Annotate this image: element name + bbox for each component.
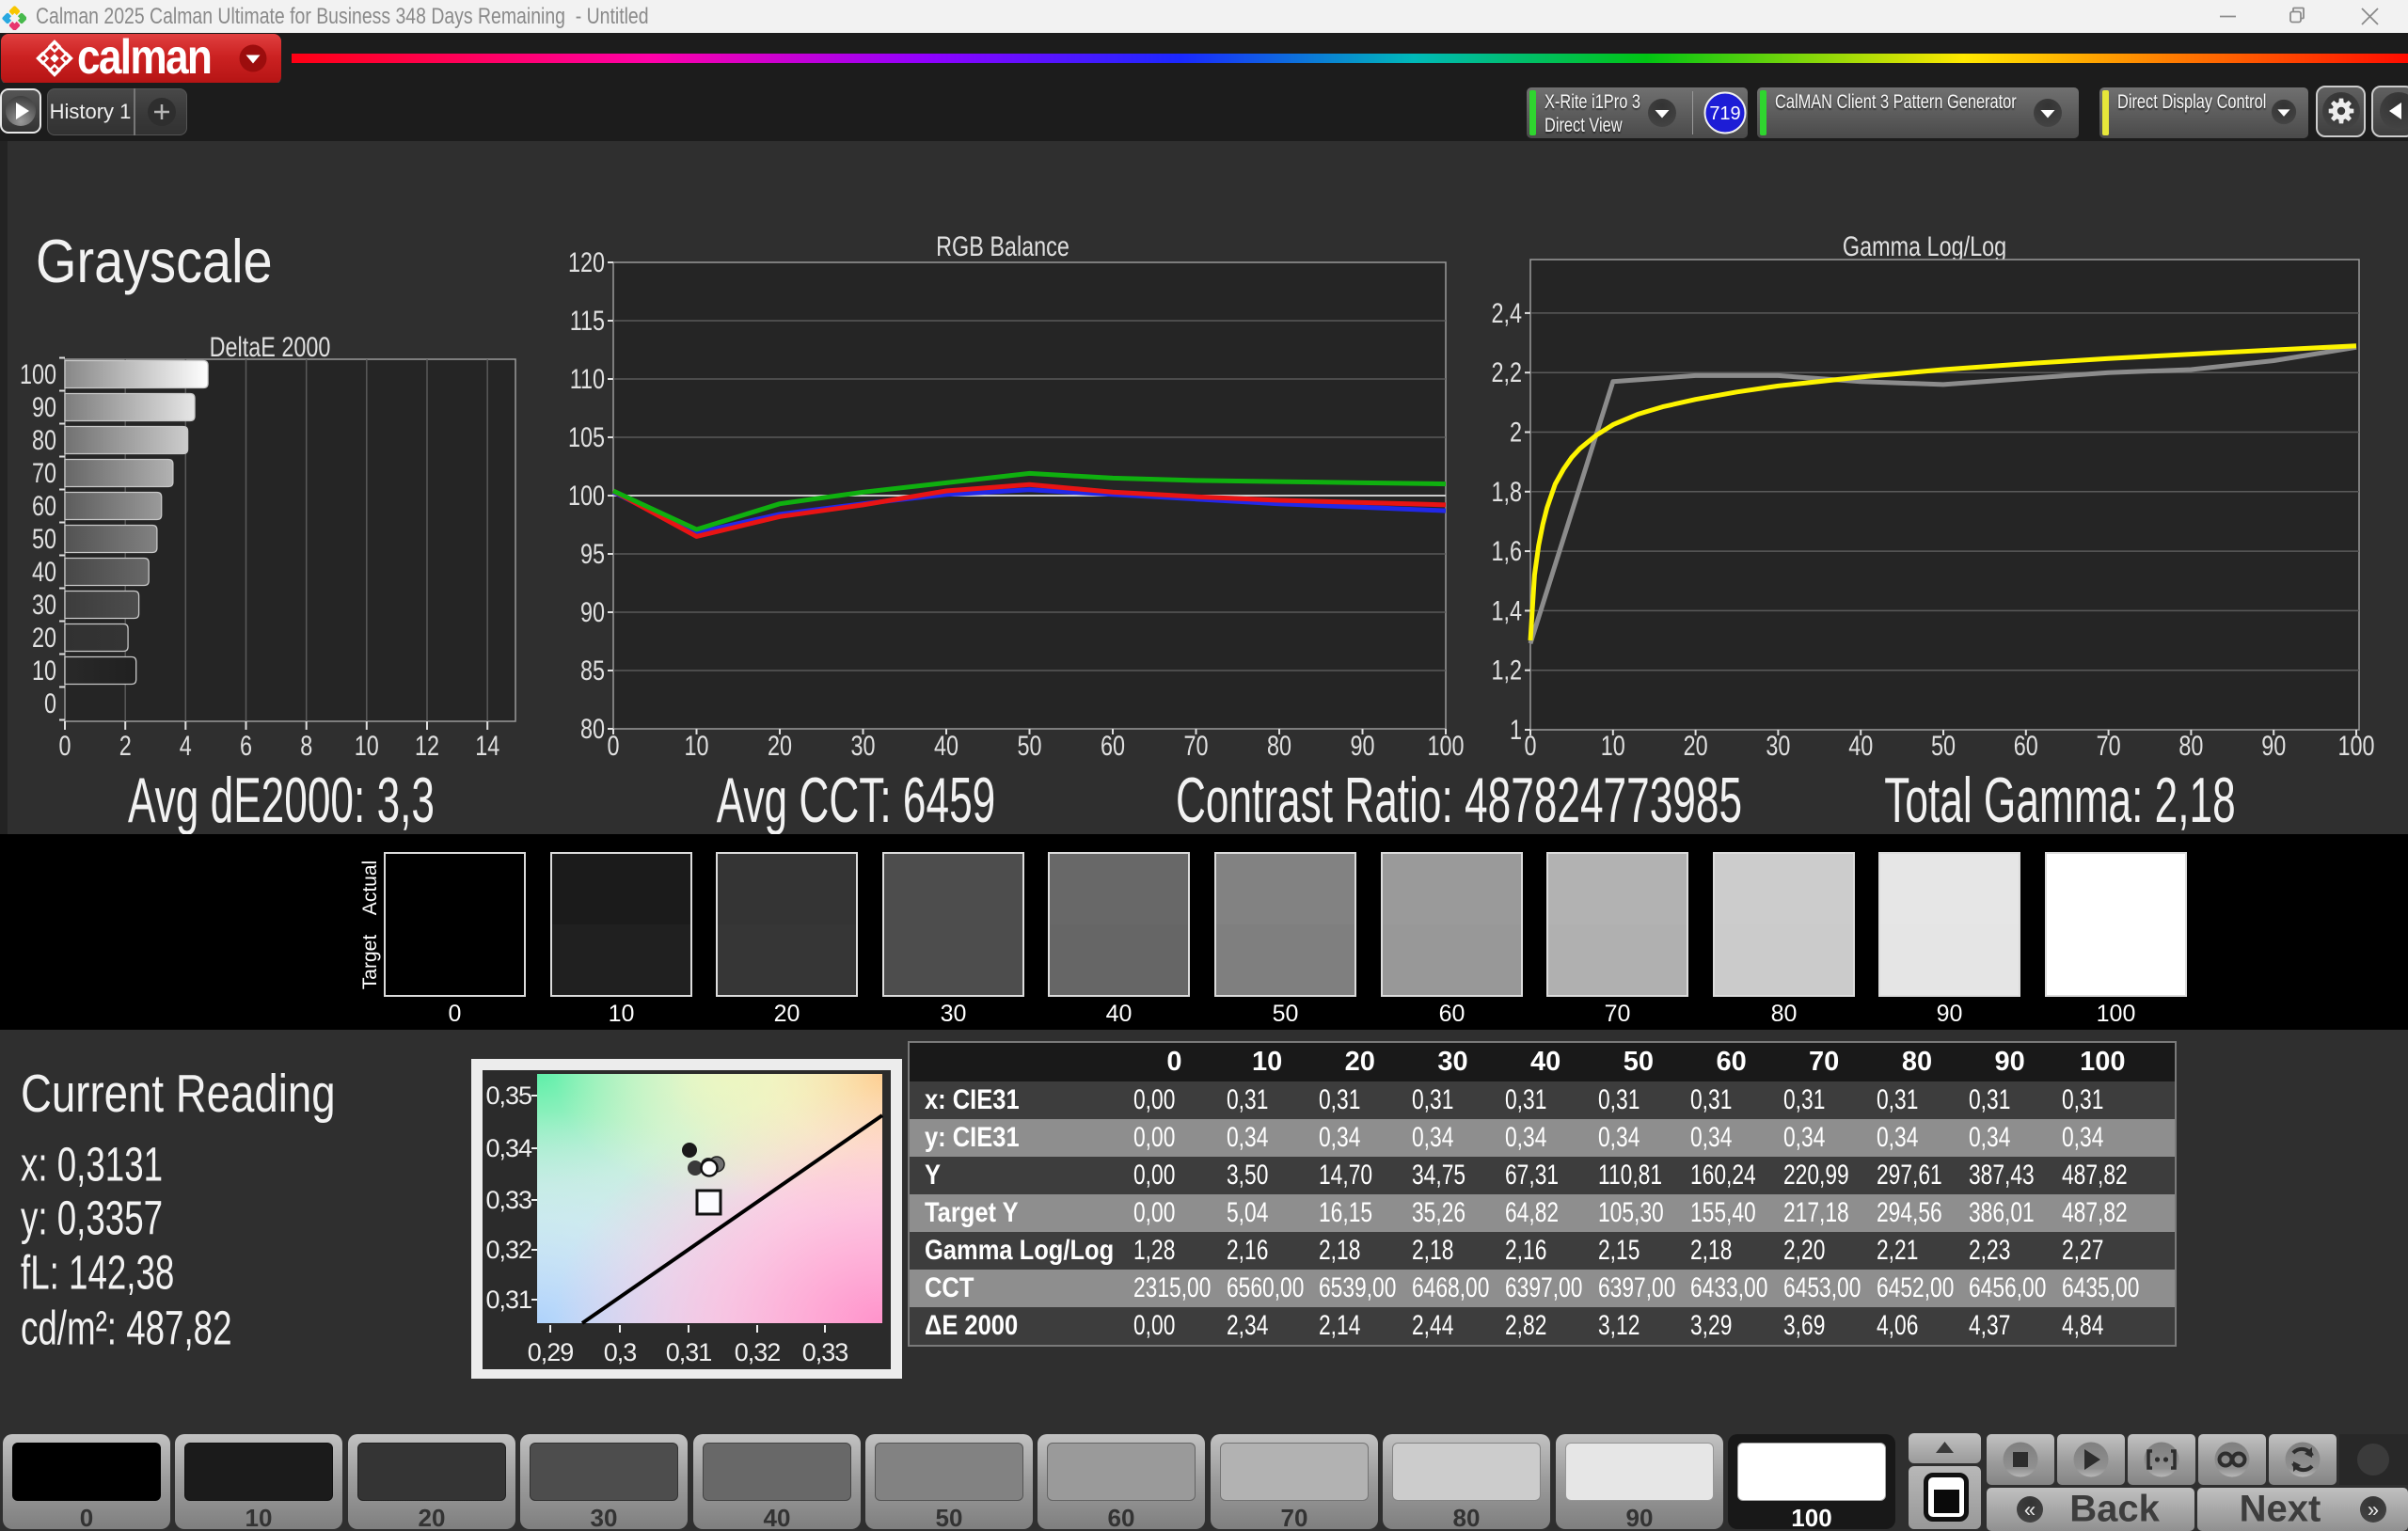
svg-text:1,6: 1,6 [1491, 535, 1522, 566]
svg-text:6: 6 [240, 730, 252, 761]
svg-text:1,2: 1,2 [1491, 655, 1522, 686]
svg-text:DeltaE 2000: DeltaE 2000 [210, 331, 331, 362]
svg-text:12: 12 [415, 730, 439, 761]
svg-text:20: 20 [32, 622, 56, 653]
svg-text:Gamma Log/Log: Gamma Log/Log [1843, 230, 2006, 261]
svg-text:85: 85 [580, 655, 605, 686]
svg-text:10: 10 [355, 730, 379, 761]
svg-text:60: 60 [1101, 730, 1125, 761]
svg-text:20: 20 [768, 730, 792, 761]
svg-text:105: 105 [568, 421, 605, 452]
svg-text:0,32: 0,32 [485, 1236, 531, 1264]
svg-text:1,8: 1,8 [1491, 476, 1522, 507]
svg-text:30: 30 [32, 589, 56, 620]
svg-text:80: 80 [32, 424, 56, 455]
svg-text:0,32: 0,32 [735, 1338, 781, 1366]
svg-text:100: 100 [1427, 730, 1464, 761]
svg-text:40: 40 [32, 556, 56, 587]
svg-text:14: 14 [475, 730, 499, 761]
svg-text:100: 100 [20, 358, 56, 389]
svg-text:0,3: 0,3 [604, 1338, 637, 1366]
svg-text:RGB Balance: RGB Balance [936, 230, 1069, 261]
svg-text:10: 10 [684, 730, 708, 761]
svg-text:2: 2 [1510, 417, 1522, 448]
svg-text:50: 50 [32, 523, 56, 554]
svg-text:90: 90 [1350, 730, 1374, 761]
svg-text:100: 100 [568, 480, 605, 511]
svg-text:0,31: 0,31 [666, 1338, 712, 1366]
svg-text:115: 115 [570, 305, 605, 336]
svg-text:30: 30 [850, 730, 875, 761]
svg-text:0: 0 [44, 687, 56, 718]
svg-text:0: 0 [607, 730, 619, 761]
svg-text:95: 95 [580, 538, 605, 569]
svg-text:50: 50 [1017, 730, 1041, 761]
svg-text:4: 4 [180, 730, 192, 761]
svg-text:10: 10 [32, 655, 56, 686]
svg-text:80: 80 [580, 713, 605, 744]
svg-text:90: 90 [32, 391, 56, 422]
svg-text:2,2: 2,2 [1491, 356, 1522, 387]
svg-text:«: « [2024, 1498, 2036, 1522]
svg-text:80: 80 [1267, 730, 1291, 761]
svg-text:0,33: 0,33 [485, 1186, 531, 1214]
svg-text:40: 40 [934, 730, 958, 761]
svg-text:0,35: 0,35 [485, 1081, 531, 1110]
svg-text:0,31: 0,31 [485, 1286, 531, 1314]
svg-text:1: 1 [1510, 714, 1522, 745]
svg-text:2: 2 [119, 730, 132, 761]
svg-text:70: 70 [1183, 730, 1208, 761]
svg-text:0,34: 0,34 [485, 1134, 532, 1162]
svg-text:0,29: 0,29 [528, 1338, 574, 1366]
svg-text:1,4: 1,4 [1491, 595, 1522, 626]
svg-text:2,4: 2,4 [1491, 297, 1522, 328]
svg-text:»: » [2368, 1498, 2379, 1522]
svg-text:60: 60 [32, 490, 56, 521]
svg-text:110: 110 [570, 363, 605, 394]
svg-text:70: 70 [32, 457, 56, 488]
svg-text:8: 8 [300, 730, 312, 761]
svg-text:0,33: 0,33 [802, 1338, 848, 1366]
svg-text:90: 90 [580, 596, 605, 627]
svg-text:0: 0 [58, 730, 71, 761]
svg-text:120: 120 [568, 246, 605, 277]
